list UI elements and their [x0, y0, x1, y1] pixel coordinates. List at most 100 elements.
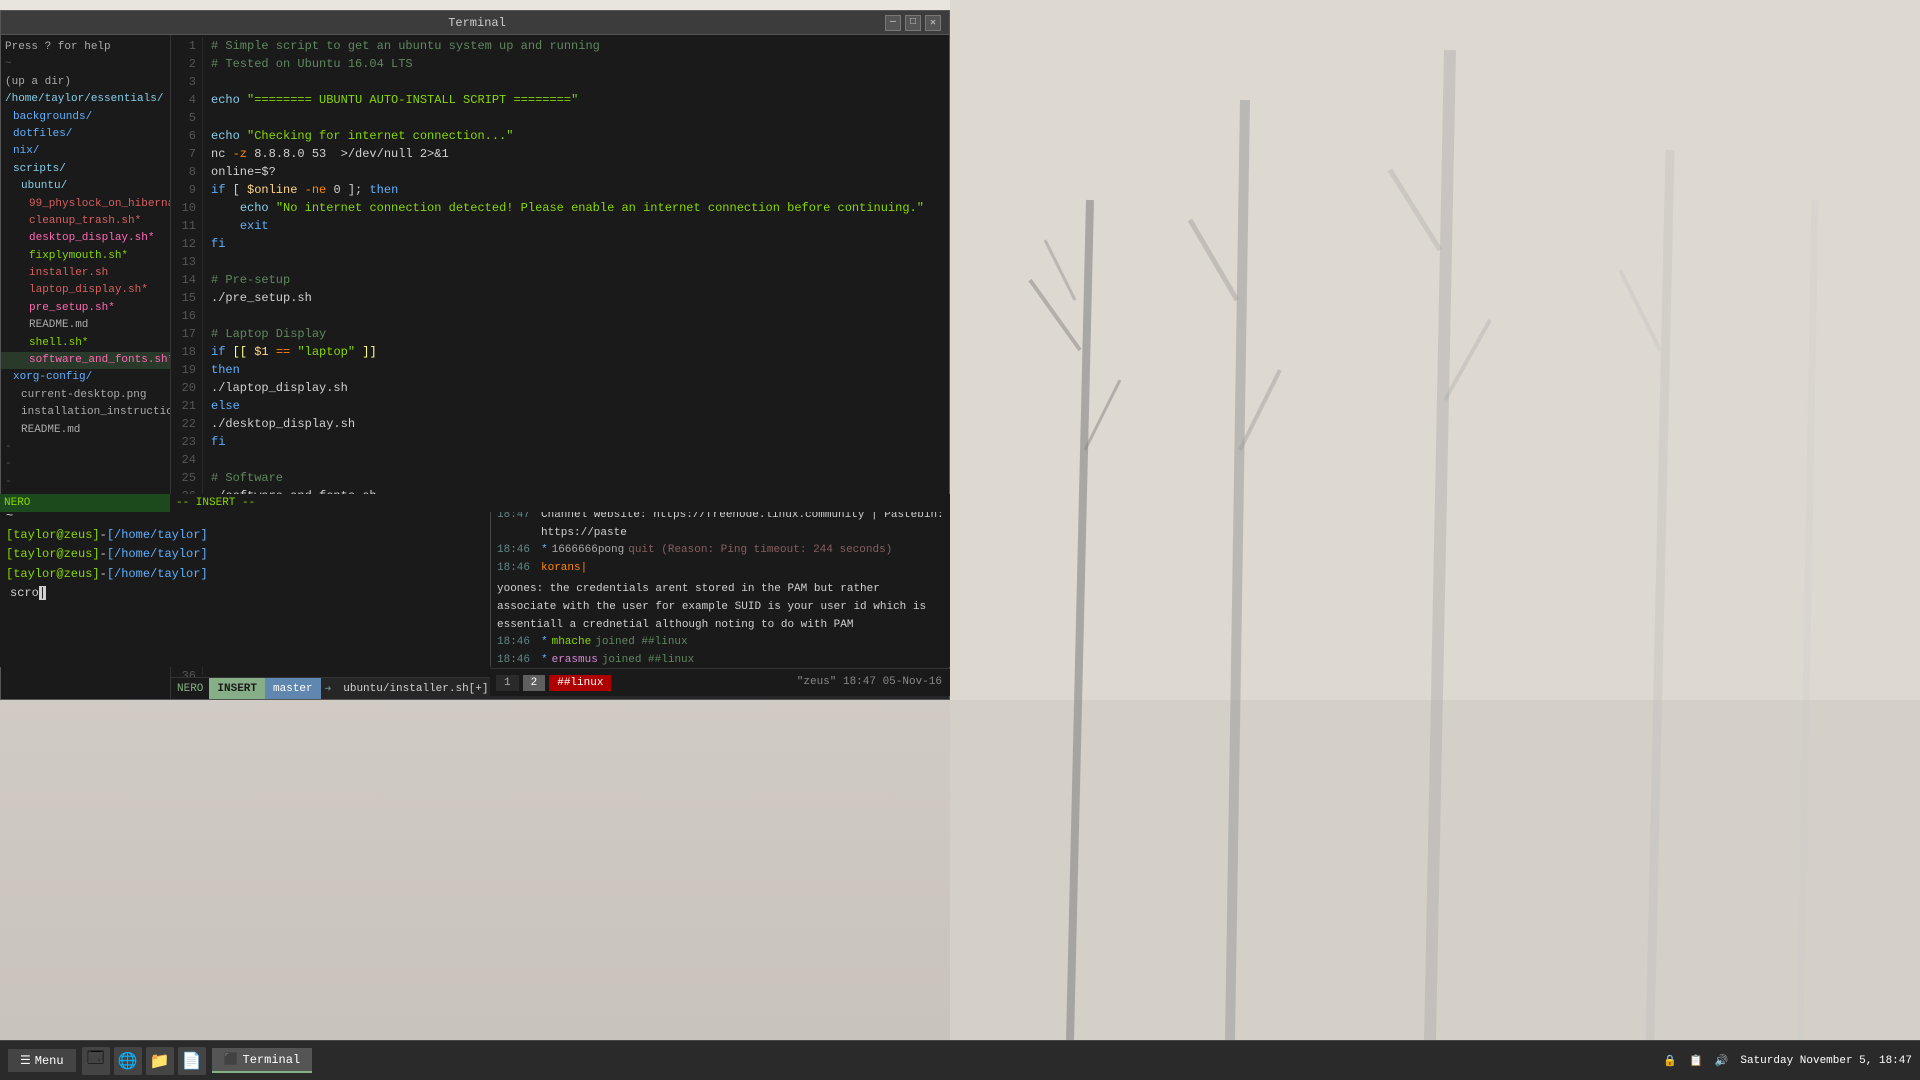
taskbar-app-browser[interactable]: 🌐: [114, 1047, 142, 1075]
code-line-5: [211, 109, 941, 127]
code-line-17: # Laptop Display: [211, 325, 941, 343]
term-prompt-1: [taylor@zeus]-[/home/taylor]: [6, 526, 484, 545]
irc-bullet-4: *: [541, 634, 548, 652]
file-tree-installer[interactable]: installer.sh: [1, 265, 170, 282]
prompt-user-3: [taylor@zeus]: [6, 567, 100, 581]
file-tree-d3: -: [1, 474, 170, 491]
taskbar-app-folder[interactable]: 📁: [146, 1047, 174, 1075]
start-icon: ☰: [20, 1053, 31, 1068]
prompt-path-1: [/home/taylor]: [107, 528, 208, 542]
file-tree-current-desktop[interactable]: current-desktop.png: [1, 387, 170, 404]
file-tree-fixplymouth[interactable]: fixplymouth.sh*: [1, 248, 170, 265]
prompt-dash-3: -: [100, 567, 107, 581]
bottom-panels: ~ [taylor@zeus]-[/home/taylor] [taylor@z…: [0, 502, 950, 667]
file-tree-up[interactable]: (up a dir): [1, 74, 170, 91]
code-line-9: if [ $online -ne 0 ]; then: [211, 181, 941, 199]
irc-panel[interactable]: 18:47 Channel website: https://freenode.…: [490, 502, 950, 667]
code-line-2: # Tested on Ubuntu 16.04 LTS: [211, 55, 941, 73]
irc-text-3: yoones: the credentials arent stored in …: [497, 581, 944, 634]
irc-tab-linux[interactable]: ##linux: [549, 675, 611, 691]
prompt-dash-1: -: [100, 528, 107, 542]
irc-line-5: 18:46 * erasmus joined ##linux: [497, 652, 944, 667]
prompt-path-3: [/home/taylor]: [107, 567, 208, 581]
code-line-22: ./desktop_display.sh: [211, 415, 941, 433]
file-tree-laptop-display[interactable]: laptop_display.sh*: [1, 282, 170, 299]
irc-line-1: 18:47 Channel website: https://freenode.…: [497, 507, 944, 542]
taskbar-lock-icon: 🔒: [1663, 1054, 1677, 1068]
code-line-7: nc -z 8.8.8.0 53 >/dev/null 2>&1: [211, 145, 941, 163]
status-master: master: [265, 678, 321, 699]
close-button[interactable]: ✕: [925, 15, 941, 31]
irc-time-2: 18:46: [497, 542, 537, 560]
status-arrow: ➜: [321, 682, 336, 696]
code-line-3: [211, 73, 941, 91]
irc-line-2: 18:46 * 1666666pong quit (Reason: Ping t…: [497, 542, 944, 560]
irc-text-1: Channel website: https://freenode.linux.…: [541, 507, 944, 542]
prompt-user-1: [taylor@zeus]: [6, 528, 100, 542]
file-tree-backgrounds[interactable]: backgrounds/: [1, 109, 170, 126]
taskbar-sound-icon: 🔊: [1715, 1054, 1729, 1068]
maximize-button[interactable]: □: [905, 15, 921, 31]
minimize-button[interactable]: —: [885, 15, 901, 31]
file-tree-readme2[interactable]: README.md: [1, 422, 170, 439]
file-tree-physlock[interactable]: 99_physlock_on_hibernate_an: [1, 196, 170, 213]
irc-nick-mhache: mhache: [552, 634, 592, 652]
file-tree-help: Press ? for help: [1, 39, 170, 56]
code-line-14: # Pre-setup: [211, 271, 941, 289]
term-prompt-3: [taylor@zeus]-[/home/taylor]: [6, 565, 484, 584]
file-tree-d1: -: [1, 439, 170, 456]
file-tree-dotfiles[interactable]: dotfiles/: [1, 126, 170, 143]
code-line-11: exit: [211, 217, 941, 235]
file-tree-xorg[interactable]: xorg-config/: [1, 369, 170, 386]
file-tree-nix[interactable]: nix/: [1, 143, 170, 160]
prompt-path-2: [/home/taylor]: [107, 547, 208, 561]
taskbar-terminal-button[interactable]: ⬛ Terminal: [212, 1048, 313, 1073]
code-line-6: echo "Checking for internet connection..…: [211, 127, 941, 145]
irc-text-2: quit (Reason: Ping timeout: 244 seconds): [628, 542, 892, 560]
taskbar: ☰ Menu 🗔 🌐 📁 📄 ⬛ Terminal 🔒 📋 🔊 Saturday…: [0, 1040, 1920, 1080]
code-line-8: online=$?: [211, 163, 941, 181]
irc-tab-1[interactable]: 1: [496, 675, 519, 691]
irc-text-5: joined ##linux: [602, 652, 694, 667]
file-tree-ubuntu[interactable]: ubuntu/: [1, 178, 170, 195]
file-tree-shell[interactable]: shell.sh*: [1, 335, 170, 352]
code-line-21: else: [211, 397, 941, 415]
status-file: ubuntu/installer.sh[+]: [335, 683, 496, 695]
file-tree-desktop-display[interactable]: desktop_display.sh*: [1, 230, 170, 247]
irc-nick-1666: 1666666pong: [552, 542, 625, 560]
taskbar-right: 🔒 📋 🔊 Saturday November 5, 18:47: [1663, 1054, 1912, 1068]
irc-bullet-5: *: [541, 652, 548, 667]
terminal-left-panel[interactable]: ~ [taylor@zeus]-[/home/taylor] [taylor@z…: [0, 502, 490, 667]
irc-tab-2[interactable]: 2: [523, 675, 546, 691]
start-button[interactable]: ☰ Menu: [8, 1049, 76, 1072]
window-controls: — □ ✕: [885, 15, 941, 31]
code-line-18: if [[ $1 == "laptop" ]]: [211, 343, 941, 361]
code-line-10: echo "No internet connection detected! P…: [211, 199, 941, 217]
code-line-1: # Simple script to get an ubuntu system …: [211, 37, 941, 55]
desktop: Terminal — □ ✕ Press ? for help ~ (up a …: [0, 0, 1920, 1040]
file-tree-scripts[interactable]: scripts/: [1, 161, 170, 178]
window-title: Terminal: [69, 16, 885, 30]
file-tree-d2: -: [1, 456, 170, 473]
file-tree-pre-setup[interactable]: pre_setup.sh*: [1, 300, 170, 317]
file-tree-readme1[interactable]: README.md: [1, 317, 170, 334]
prompt-user-2: [taylor@zeus]: [6, 547, 100, 561]
taskbar-app-extra[interactable]: 📄: [178, 1047, 206, 1075]
taskbar-app-files[interactable]: 🗔: [82, 1047, 110, 1075]
file-tree-cleanup[interactable]: cleanup_trash.sh*: [1, 213, 170, 230]
code-line-13: [211, 253, 941, 271]
code-line-20: ./laptop_display.sh: [211, 379, 941, 397]
file-tree-software[interactable]: software_and_fonts.sh*: [1, 352, 170, 369]
code-line-12: fi: [211, 235, 941, 253]
irc-time-4: 18:46: [497, 634, 537, 652]
code-line-23: fi: [211, 433, 941, 451]
code-line-4: echo "======== UBUNTU AUTO-INSTALL SCRIP…: [211, 91, 941, 109]
taskbar-time: Saturday November 5, 18:47: [1740, 1055, 1912, 1067]
editor-bottom-status: -- INSERT --: [170, 494, 950, 512]
titlebar: Terminal — □ ✕: [1, 11, 949, 35]
taskbar-clipboard-icon: 📋: [1689, 1054, 1703, 1068]
file-tree-installation[interactable]: installation_instructions: [1, 404, 170, 421]
file-tree-dir-essentials[interactable]: /home/taylor/essentials/: [1, 91, 170, 108]
irc-line-4: 18:46 * mhache joined ##linux: [497, 634, 944, 652]
term-prompt-2: [taylor@zeus]-[/home/taylor]: [6, 545, 484, 564]
